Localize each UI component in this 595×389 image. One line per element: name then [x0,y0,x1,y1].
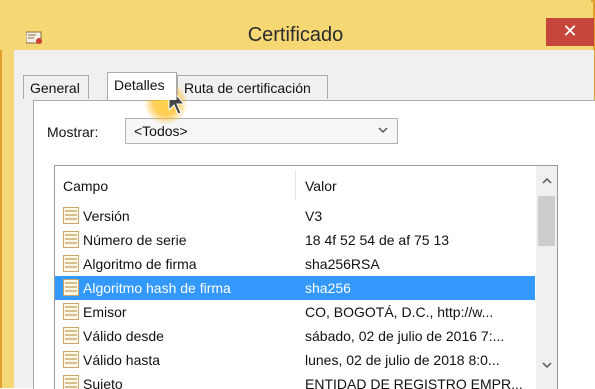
field-name: Emisor [83,304,127,320]
field-name: Sujeto [83,376,123,389]
fields-list[interactable]: Campo Valor Versión V3 Número de serie 18 4… [54,165,558,389]
field-name: Algoritmo hash de firma [83,280,231,296]
window-title: Certificado [0,24,591,47]
field-value: sha256RSA [305,256,380,272]
chevron-down-icon [377,121,389,143]
tab-general-label: General [30,80,80,96]
column-header-campo[interactable]: Campo [63,178,108,194]
list-row[interactable]: Número de serie 18 4f 52 54 de af 75 13 [55,228,535,252]
field-icon [63,231,79,248]
field-name: Algoritmo de firma [83,256,197,272]
field-value: ENTIDAD DE REGISTRO EMPR... [305,376,523,389]
tab-general[interactable]: General [23,75,89,99]
field-value: V3 [305,208,322,224]
list-header: Campo Valor [55,166,536,204]
scroll-down-icon[interactable] [536,360,557,376]
show-filter-label: Mostrar: [47,124,98,140]
field-icon [63,255,79,272]
field-value: sha256 [305,280,351,296]
field-name: Número de serie [83,232,187,248]
scrollbar-thumb[interactable] [538,196,555,246]
title-bar[interactable]: Certificado ✕ [0,0,591,50]
field-icon [63,207,79,224]
close-button[interactable]: ✕ [546,18,594,46]
field-icon [63,351,79,368]
field-icon [63,279,79,296]
field-value: 18 4f 52 54 de af 75 13 [305,232,449,248]
tab-details[interactable]: Detalles [107,72,177,100]
field-name: Válido hasta [83,352,160,368]
list-row[interactable]: Algoritmo de firma sha256RSA [55,252,535,276]
field-icon [63,327,79,344]
field-icon [63,303,79,320]
column-divider[interactable] [295,170,296,200]
tab-certification-path-label: Ruta de certificación [184,80,311,96]
field-name: Válido desde [83,328,164,344]
list-row[interactable]: Emisor CO, BOGOTÁ, D.C., http://w... [55,300,535,324]
close-icon: ✕ [562,21,577,42]
list-row[interactable]: Versión V3 [55,204,535,228]
column-header-valor[interactable]: Valor [305,178,337,194]
list-row[interactable]: Válido hasta lunes, 02 de julio de 2018 8… [55,348,535,372]
tab-details-label: Detalles [114,77,165,93]
field-name: Versión [83,208,130,224]
list-row[interactable]: Algoritmo hash de firma sha256 [55,276,535,300]
scroll-up-icon[interactable] [536,176,557,192]
list-row[interactable]: Válido desde sábado, 02 de julio de 2016 … [55,324,535,348]
field-value: CO, BOGOTÁ, D.C., http://w... [305,304,493,320]
field-icon [63,375,79,389]
field-value: lunes, 02 de julio de 2018 8:0... [305,352,500,368]
tab-certification-path[interactable]: Ruta de certificación [177,75,328,99]
list-row[interactable]: Sujeto ENTIDAD DE REGISTRO EMPR... [55,372,535,389]
field-value: sábado, 02 de julio de 2016 7:... [305,328,504,344]
vertical-scrollbar[interactable] [536,166,557,389]
